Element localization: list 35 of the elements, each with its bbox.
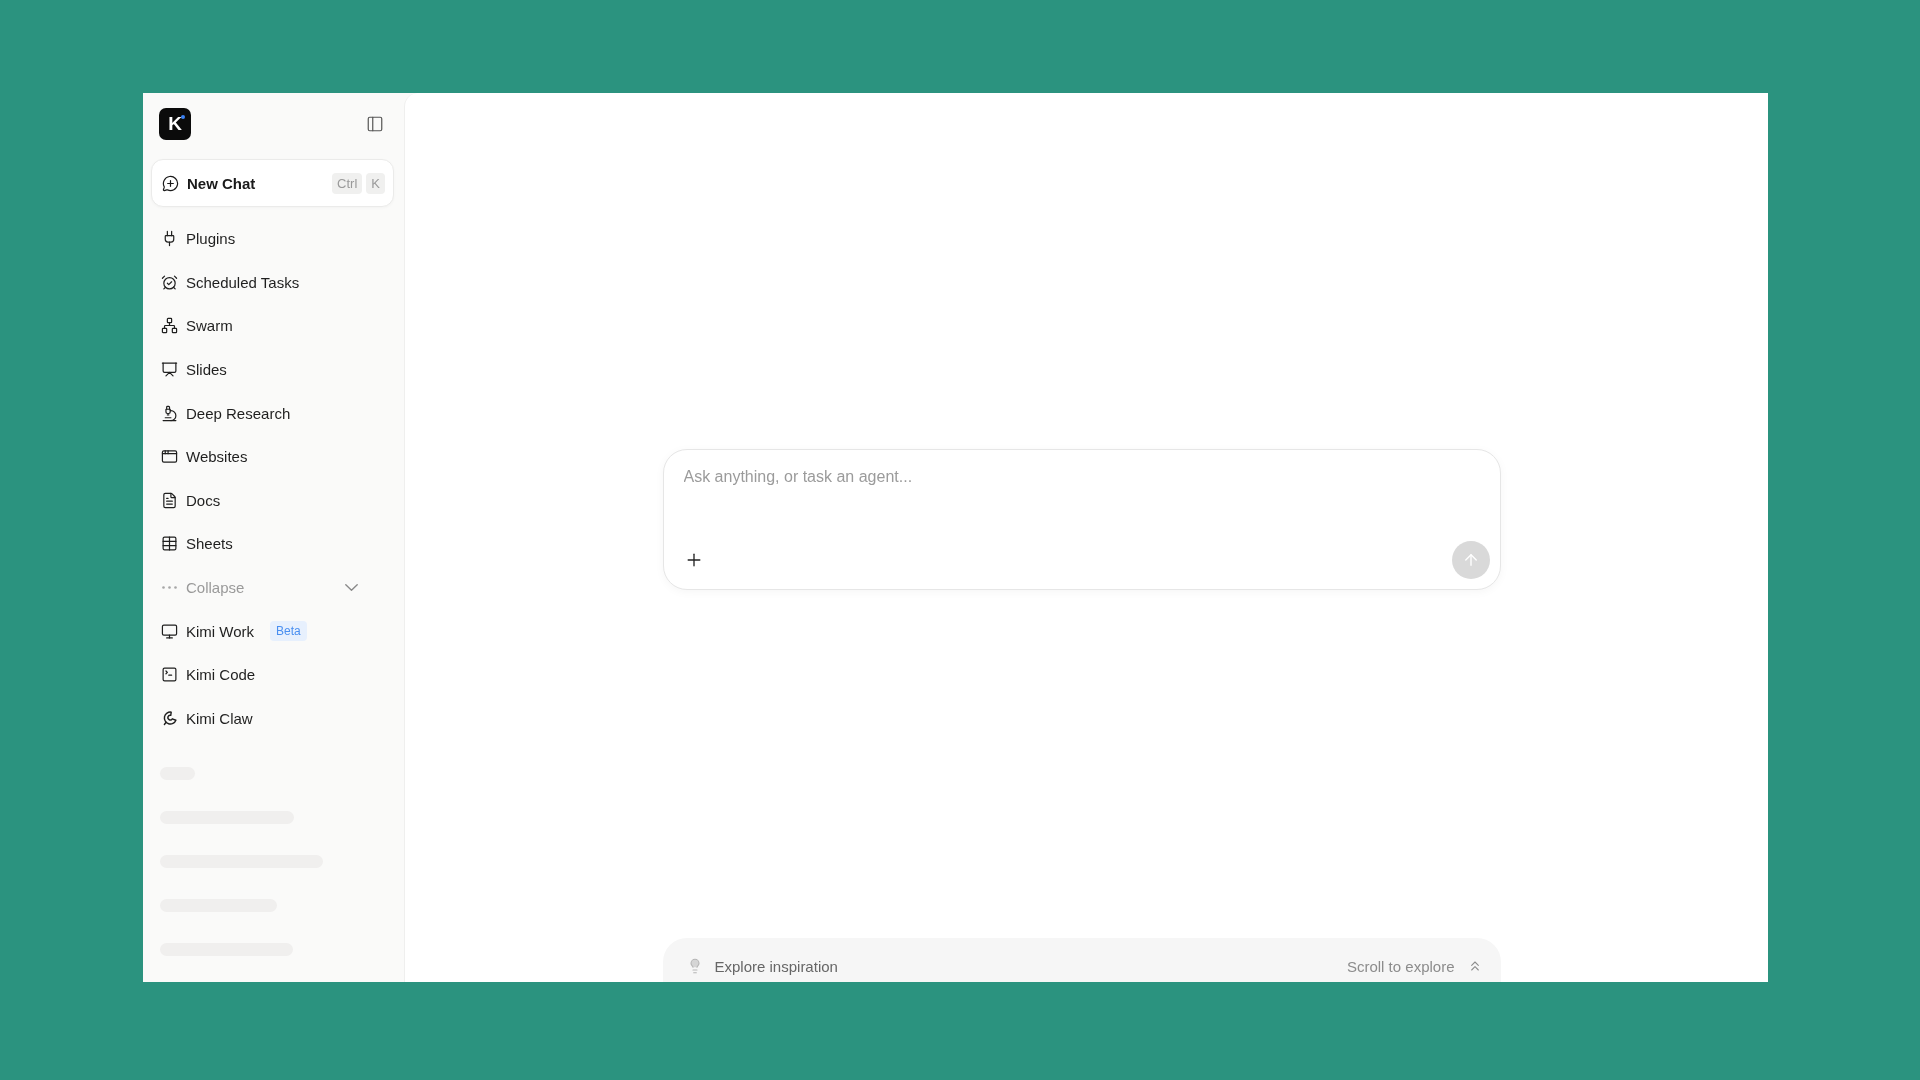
claw-icon (161, 709, 178, 727)
scroll-hint: Scroll to explore (1346, 958, 1455, 976)
sidebar-item[interactable]: Scheduled Tasks (151, 264, 394, 301)
sidebar-item[interactable]: Deep Research (151, 395, 394, 432)
table-icon (161, 535, 178, 553)
explore-label: Explore inspiration (714, 958, 838, 976)
app-logo: K (159, 108, 191, 140)
shortcut-key: K (366, 172, 385, 194)
message-input[interactable]: Ask anything, or task an agent... (683, 468, 1490, 541)
sidebar-item[interactable]: Plugins (151, 220, 394, 257)
monitor-icon (161, 622, 178, 640)
sidebar-item[interactable]: Swarm (151, 308, 394, 344)
microscope-icon (161, 404, 178, 422)
sidebar-item[interactable]: Websites (151, 438, 394, 475)
sidebar-item[interactable]: Docs (151, 482, 394, 519)
sidebar-item[interactable]: Kimi Work (151, 613, 265, 650)
sidebar-item[interactable]: Kimi Code (151, 656, 266, 693)
sidebar-toggle-button[interactable] (366, 115, 384, 133)
explore-bar[interactable]: Explore inspiration Scroll to explore (662, 938, 1501, 982)
ellipsis-icon (162, 586, 177, 590)
new-chat-button[interactable]: New Chat Ctrl K (151, 159, 394, 207)
presentation-board-icon (161, 361, 178, 379)
terminal-icon (161, 666, 178, 684)
network-icon (161, 317, 178, 335)
panel-left-icon (366, 115, 384, 133)
document-icon (161, 491, 178, 509)
composer-box[interactable]: Ask anything, or task an agent... (662, 449, 1501, 590)
sidebar-item[interactable]: Slides (151, 351, 394, 388)
browser-window-icon (161, 448, 178, 466)
sidebar-item[interactable]: Kimi Claw (151, 700, 263, 737)
alarm-clock-icon (161, 273, 178, 291)
message-plus-icon (162, 174, 179, 192)
sidebar-item[interactable]: Sheets (151, 525, 394, 562)
beta-badge: Beta (270, 621, 307, 642)
shortcut-key: Ctrl (332, 172, 363, 194)
